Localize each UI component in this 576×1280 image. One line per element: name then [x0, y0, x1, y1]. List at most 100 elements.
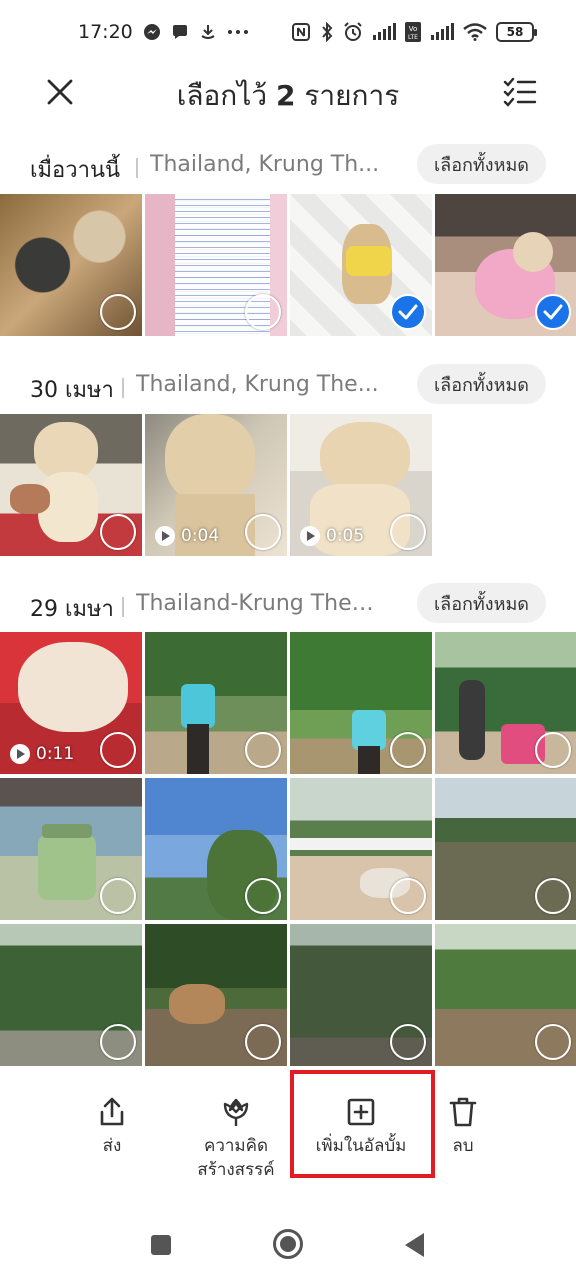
photo-thumbnail[interactable]: [290, 924, 432, 1066]
close-button[interactable]: [40, 72, 80, 112]
photo-thumbnail[interactable]: [145, 778, 287, 920]
select-circle[interactable]: [535, 878, 571, 914]
photo-thumbnail[interactable]: [435, 778, 576, 920]
photo-thumbnail[interactable]: [0, 414, 142, 556]
system-nav-bar: [0, 1196, 576, 1280]
creative-label-line1: ความคิด: [203, 1136, 269, 1156]
photo-thumbnail[interactable]: [435, 632, 576, 774]
download-icon: [199, 23, 217, 41]
select-circle[interactable]: [245, 878, 281, 914]
recents-button[interactable]: [150, 1234, 172, 1260]
checkmark-icon: [398, 304, 418, 320]
select-circle[interactable]: [390, 878, 426, 914]
select-circle[interactable]: [245, 514, 281, 550]
delete-label: ลบ: [452, 1136, 474, 1156]
duration-text: 0:11: [36, 744, 75, 764]
photo-thumbnail[interactable]: 0:05: [290, 414, 432, 556]
divider: [122, 378, 124, 398]
select-circle[interactable]: [100, 878, 136, 914]
home-circle-icon: [273, 1229, 303, 1259]
creative-label-line2: สร้างสรรค์: [197, 1160, 275, 1180]
messenger-icon: [143, 23, 161, 41]
section-location: Thailand, Krung The...: [136, 372, 379, 397]
select-circle[interactable]: [390, 514, 426, 550]
signal-icon-2: [430, 23, 454, 41]
close-icon: [47, 79, 73, 105]
flower-icon: [223, 1098, 249, 1126]
photo-grid: [0, 194, 576, 336]
photo-thumbnail[interactable]: [435, 924, 576, 1066]
photo-grid: 0:11: [0, 632, 576, 1066]
status-bar: 17:20 Vo LTE 58: [0, 0, 576, 64]
home-button[interactable]: [272, 1228, 304, 1264]
select-circle[interactable]: [535, 1024, 571, 1060]
trash-icon: [449, 1097, 477, 1127]
nfc-icon: [291, 22, 311, 42]
back-button[interactable]: [403, 1232, 425, 1262]
duration-text: 0:04: [181, 526, 220, 546]
photo-grid: 0:04 0:05: [0, 414, 576, 556]
photo-thumbnail[interactable]: [145, 194, 287, 336]
select-all-toggle-button[interactable]: [500, 72, 540, 112]
photo-thumbnail[interactable]: [435, 194, 576, 336]
section-date: 29 เมษา: [30, 597, 114, 622]
share-icon: [100, 1097, 124, 1126]
video-duration: 0:11: [10, 744, 74, 764]
select-circle[interactable]: [245, 732, 281, 768]
duration-text: 0:05: [326, 526, 365, 546]
select-circle[interactable]: [390, 1024, 426, 1060]
battery-indicator: 58: [496, 22, 537, 42]
send-button[interactable]: ส่ง: [82, 1094, 142, 1158]
section-location: Thailand, Krung Th...: [150, 152, 380, 177]
section-header: 30 เมษา Thailand, Krung The... เลือกทั้ง…: [0, 360, 576, 420]
play-icon: [10, 744, 30, 764]
select-circle[interactable]: [245, 1024, 281, 1060]
photo-thumbnail[interactable]: [145, 924, 287, 1066]
select-circle[interactable]: [100, 514, 136, 550]
select-circle[interactable]: [100, 1024, 136, 1060]
play-icon: [300, 526, 320, 546]
photo-thumbnail[interactable]: [0, 778, 142, 920]
svg-text:Vo: Vo: [409, 25, 418, 33]
divider: [136, 158, 138, 178]
more-dots-icon: [227, 28, 249, 36]
photo-thumbnail[interactable]: [290, 194, 432, 336]
select-circle[interactable]: [245, 294, 281, 330]
photo-thumbnail[interactable]: 0:04: [145, 414, 287, 556]
select-circle[interactable]: [390, 732, 426, 768]
section-location: Thailand-Krung Thep...: [136, 591, 382, 616]
square-icon: [151, 1235, 171, 1255]
page-title: เลือกไว้ 2 รายการ: [0, 74, 576, 118]
delete-button[interactable]: ลบ: [438, 1094, 488, 1158]
add-to-album-button[interactable]: เพิ่มในอัลบั้ม: [300, 1094, 422, 1158]
photo-thumbnail[interactable]: [145, 632, 287, 774]
section-header: เมื่อวานนี้ Thailand, Krung Th... เลือกท…: [0, 140, 576, 200]
svg-text:LTE: LTE: [408, 34, 418, 41]
checkmark-icon: [543, 304, 563, 320]
add-box-icon: [347, 1098, 375, 1126]
creative-button[interactable]: ความคิด สร้างสรรค์: [186, 1094, 286, 1182]
back-triangle-icon: [405, 1233, 424, 1257]
select-circle[interactable]: [535, 732, 571, 768]
select-all-button[interactable]: เลือกทั้งหมด: [417, 583, 546, 623]
select-all-button[interactable]: เลือกทั้งหมด: [417, 144, 546, 184]
photo-thumbnail[interactable]: [0, 194, 142, 336]
select-all-button[interactable]: เลือกทั้งหมด: [417, 364, 546, 404]
selected-checkmark[interactable]: [535, 294, 571, 330]
selected-checkmark[interactable]: [390, 294, 426, 330]
photo-thumbnail[interactable]: 0:11: [0, 632, 142, 774]
select-circle[interactable]: [100, 294, 136, 330]
chat-bubble-icon: [171, 23, 189, 41]
video-duration: 0:05: [300, 526, 364, 546]
selection-header: เลือกไว้ 2 รายการ: [0, 64, 576, 120]
photo-thumbnail[interactable]: [290, 632, 432, 774]
select-circle[interactable]: [100, 732, 136, 768]
video-duration: 0:04: [155, 526, 219, 546]
section-date: เมื่อวานนี้: [30, 158, 121, 183]
selected-count: 2: [275, 79, 296, 112]
photo-thumbnail[interactable]: [290, 778, 432, 920]
add-to-album-label: เพิ่มในอัลบั้ม: [315, 1136, 407, 1156]
bluetooth-icon: [320, 22, 334, 42]
photo-thumbnail[interactable]: [0, 924, 142, 1066]
section-date: 30 เมษา: [30, 378, 114, 403]
